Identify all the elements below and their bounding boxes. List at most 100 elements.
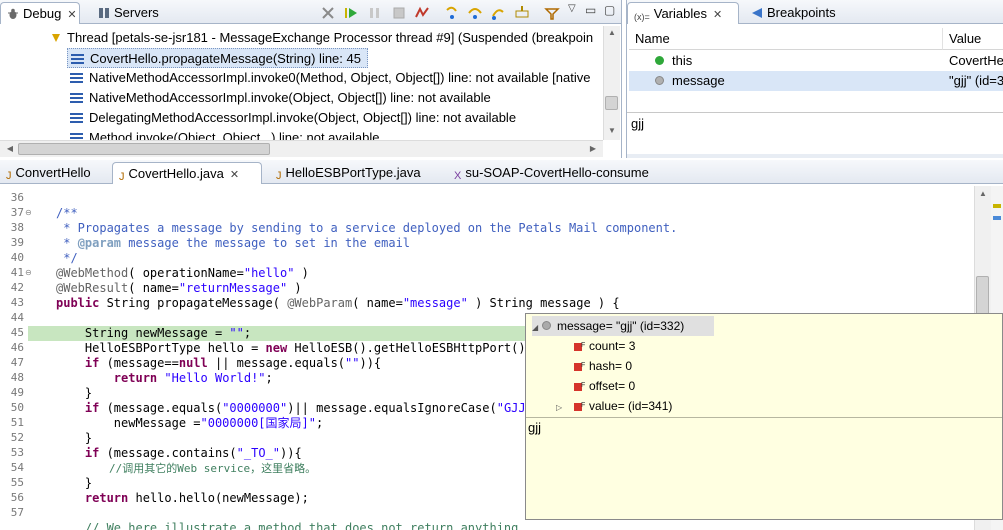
editor-tab-su-soap[interactable]: Xsu-SOAP-CovertHello-consume — [448, 162, 668, 184]
fold-collapse-icon[interactable]: ⊖ — [25, 208, 32, 217]
step-over-icon[interactable] — [467, 5, 483, 21]
debug-vertical-scrollbar[interactable]: ▲ ▼ — [603, 26, 620, 140]
terminate-icon[interactable] — [391, 5, 407, 21]
stack-frame-icon — [70, 93, 83, 103]
stack-frame[interactable]: CovertHello.propagateMessage(String) lin… — [67, 48, 368, 68]
scroll-up-icon[interactable]: ▲ — [604, 28, 620, 37]
hover-field-row[interactable]: hash= 0 — [574, 356, 632, 376]
tab-debug[interactable]: Debug ✕ — [0, 2, 80, 24]
line-number: 53 — [10, 446, 24, 459]
variable-hover-popup[interactable]: ◢ message= "gjj" (id=332) count= 3 hash= … — [525, 313, 1003, 520]
scroll-down-icon[interactable]: ▼ — [604, 126, 620, 135]
scroll-thumb[interactable] — [18, 143, 270, 155]
stack-frame-icon — [70, 113, 83, 123]
close-icon[interactable]: ✕ — [713, 9, 722, 21]
debug-tabbar: Debug ✕ Servers ▽ ▭ ▢ — [0, 0, 621, 24]
code-line: if (message.equals("0000000")|| message.… — [84, 401, 540, 415]
hover-detail-text[interactable]: gjj — [528, 420, 541, 435]
remove-terminated-icon[interactable] — [320, 5, 336, 21]
hover-field-row[interactable]: offset= 0 — [574, 376, 635, 396]
line-number: 40 — [10, 251, 24, 264]
code-line: newMessage ="0000000[国家局]"; — [56, 416, 324, 430]
view-menu-icon[interactable]: ▽ — [568, 3, 576, 14]
hover-root-label: message= "gjj" (id=332) — [557, 319, 685, 333]
debug-horizontal-scrollbar[interactable]: ◀ ▶ — [0, 140, 603, 157]
thread-row[interactable]: Thread [petals-se-jsr181 - MessageExchan… — [50, 28, 593, 48]
field-icon — [574, 396, 585, 416]
resume-icon[interactable] — [343, 5, 359, 21]
stack-frame-label: CovertHello.propagateMessage(String) lin… — [90, 51, 361, 66]
editor-tab-label: HelloESBPortType.java — [285, 165, 421, 180]
line-number: 36 — [10, 191, 24, 204]
use-step-filters-icon[interactable] — [544, 5, 560, 21]
code-line: if (message.contains("_TO_")){ — [84, 446, 302, 460]
stack-frame[interactable]: DelegatingMethodAccessorImpl.invoke(Obje… — [70, 108, 516, 128]
code-line: } — [56, 386, 93, 400]
tab-servers-label: Servers — [114, 5, 159, 20]
variable-row-message[interactable]: message "gjj" (id=3 — [629, 71, 1003, 91]
debug-icon — [8, 8, 18, 19]
overview-marker[interactable] — [993, 216, 1001, 220]
maximize-icon[interactable]: ▢ — [604, 3, 615, 17]
local-variable-icon — [655, 56, 664, 65]
step-return-icon[interactable] — [490, 5, 506, 21]
stack-frame-label: NativeMethodAccessorImpl.invoke(Object, … — [89, 90, 491, 105]
field-icon — [574, 336, 585, 356]
tab-servers[interactable]: Servers — [92, 2, 172, 24]
scroll-right-icon[interactable]: ▶ — [585, 144, 601, 153]
suspend-icon[interactable] — [367, 5, 383, 21]
line-number: 46 — [10, 341, 24, 354]
scroll-left-icon[interactable]: ◀ — [2, 144, 18, 153]
expanded-twisty-icon[interactable]: ◢ — [532, 318, 542, 338]
line-number: 42 — [10, 281, 24, 294]
editor-tab-converthello[interactable]: J ConvertHello — [0, 162, 106, 184]
close-icon[interactable]: ✕ — [67, 9, 76, 21]
line-number: 48 — [10, 371, 24, 384]
fold-collapse-icon[interactable]: ⊖ — [25, 268, 32, 277]
editor-tab-helloesbporttype[interactable]: J HelloESBPortType.java — [270, 162, 442, 184]
drop-to-frame-icon[interactable] — [514, 5, 530, 21]
close-icon[interactable]: ✕ — [230, 169, 239, 181]
line-number: 43 — [10, 296, 24, 309]
code-line: @WebMethod( operationName="hello" ) — [56, 266, 309, 280]
stack-frame[interactable]: NativeMethodAccessorImpl.invoke(Object, … — [70, 88, 491, 108]
variables-icon: (x)= — [634, 12, 650, 22]
scroll-thumb[interactable] — [605, 96, 618, 110]
details-bottom-edge — [627, 154, 1003, 158]
variable-detail-text[interactable]: gjj — [631, 116, 644, 131]
stack-frame-label: Method.invoke(Object, Object...) line: n… — [89, 130, 380, 140]
overview-marker[interactable] — [993, 204, 1001, 208]
code-line: } — [56, 431, 93, 445]
editor-tab-coverthello-java[interactable]: J CovertHello.java ✕ — [112, 162, 262, 184]
xml-file-icon: X — [454, 170, 462, 182]
minimize-icon[interactable]: ▭ — [585, 3, 596, 17]
column-header-value[interactable]: Value — [943, 28, 1003, 50]
stack-frame[interactable]: NativeMethodAccessorImpl.invoke0(Method,… — [70, 68, 590, 88]
line-number: 50 — [10, 401, 24, 414]
scroll-thumb[interactable] — [976, 276, 989, 316]
details-divider — [627, 112, 1003, 113]
column-header-name[interactable]: Name — [629, 28, 943, 50]
variable-row-this[interactable]: this CovertHel — [629, 51, 1003, 71]
variables-tabbar: (x)= Variables ✕ Breakpoints — [627, 0, 1003, 24]
hover-field-row[interactable]: ▷ value= (id=341) — [556, 396, 672, 416]
code-line: HelloESBPortType hello = new HelloESB().… — [56, 341, 533, 355]
step-into-icon[interactable] — [444, 5, 460, 21]
hover-field-row[interactable]: count= 3 — [574, 336, 635, 356]
line-number: 45 — [10, 326, 24, 339]
stack-frame-icon — [70, 133, 83, 140]
line-number: 51 — [10, 416, 24, 429]
scroll-up-icon[interactable]: ▲ — [975, 189, 991, 198]
collapsed-twisty-icon[interactable]: ▷ — [556, 398, 566, 418]
breakpoints-icon — [752, 8, 762, 18]
stack-frame-icon — [71, 54, 84, 64]
code-line: public String propagateMessage( @WebPara… — [56, 296, 620, 310]
line-number: 47 — [10, 356, 24, 369]
editor: J ConvertHello J CovertHello.java ✕ J HelloE… — [0, 160, 1003, 530]
tab-breakpoints[interactable]: Breakpoints — [745, 2, 843, 24]
hover-root-row[interactable]: ◢ message= "gjj" (id=332) — [532, 316, 714, 336]
disconnect-icon[interactable] — [414, 5, 430, 21]
tab-variables[interactable]: (x)= Variables ✕ — [627, 2, 739, 24]
stack-frame[interactable]: Method.invoke(Object, Object...) line: n… — [70, 128, 379, 140]
hover-field-label: hash= 0 — [589, 359, 633, 373]
